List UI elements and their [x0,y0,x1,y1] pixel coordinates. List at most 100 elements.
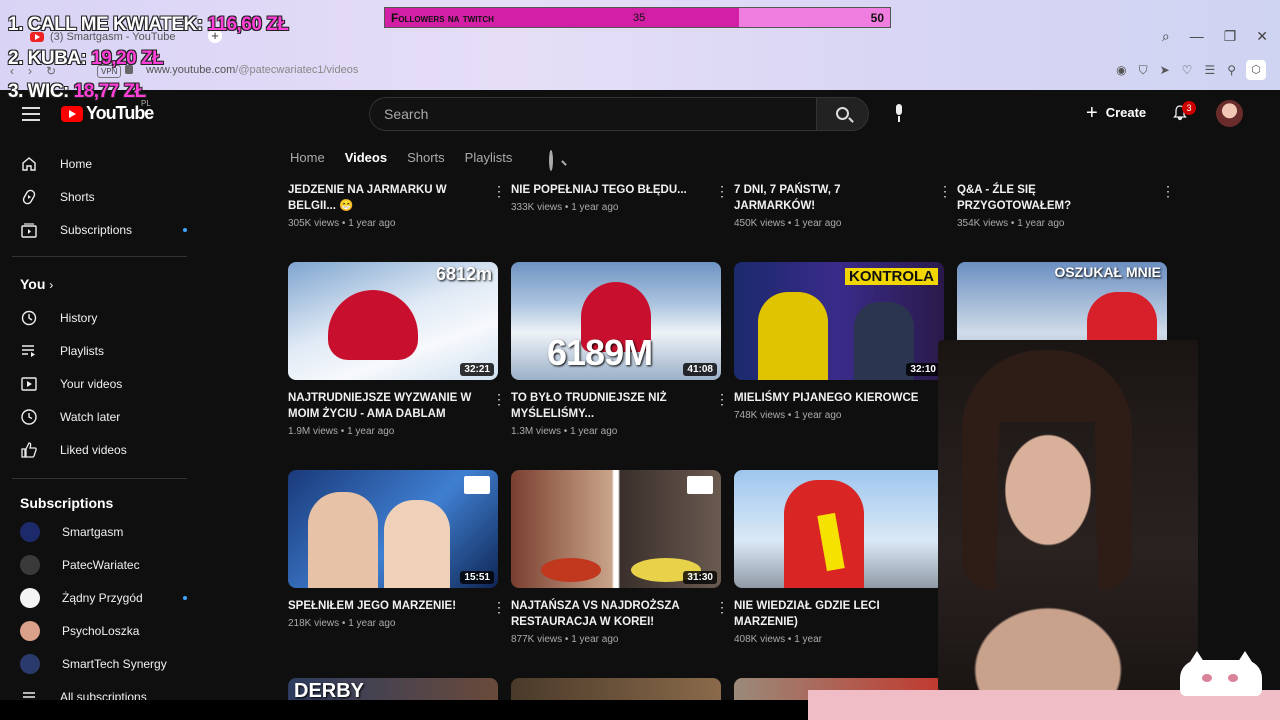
you-heading[interactable]: You › [20,276,53,292]
microphone-icon[interactable] [894,104,904,124]
maximize-button[interactable]: ❐ [1224,28,1237,45]
video-card[interactable]: 7 DNI, 7 PAŃSTW, 7 JARMARKÓW! 450K views… [734,172,944,229]
sidebar-item-playlists[interactable]: Playlists [20,336,190,366]
watch-later-icon [20,408,38,426]
video-title[interactable]: NAJTAŃSZA vs NAJDROŻSZA RESTAURACJA w KO… [511,598,701,630]
youtube-logo[interactable]: YouTube PL [61,99,154,124]
camera-icon[interactable]: ◉ [1116,63,1126,78]
sidebar-sub-zadny-przygod[interactable]: Żądny Przygód [20,583,190,613]
video-duration: 15:51 [460,571,494,584]
video-card[interactable]: Q&A - ŹLE SIĘ PRZYGOTOWAŁEM? 354K views … [957,172,1167,229]
extension-icon[interactable]: ⬡ [1246,60,1266,80]
video-title[interactable]: MIELIŚMY PIJANEGO KIEROWCE [734,390,924,406]
address-bar: ‹ › ↻ VPN www.youtube.com/@patecwariatec… [0,54,1280,88]
video-title[interactable]: Q&A - ŹLE SIĘ PRZYGOTOWAŁEM? [957,182,1147,214]
history-icon [20,309,38,327]
donor-name: 3. WIC: [8,81,69,102]
video-title[interactable]: SPEŁNIŁEM JEGO MARZENIE! [288,598,478,614]
video-card[interactable]: 31:30 NAJTAŃSZA vs NAJDROŻSZA RESTAURACJ… [511,470,721,645]
close-window-button[interactable]: ✕ [1256,28,1268,45]
video-card[interactable]: 6189M 41:08 TO BYŁO TRUDNIEJSZE NIŻ MYŚL… [511,262,721,437]
tab-shorts[interactable]: Shorts [407,150,445,165]
channel-tabs: Home Videos Shorts Playlists [290,150,512,165]
profile-icon[interactable]: ⚲ [1227,63,1236,78]
sidebar-item-your-videos[interactable]: Your videos [20,369,190,399]
video-thumbnail[interactable]: DERBY [288,678,498,700]
sidebar-item-subscriptions[interactable]: Subscriptions [20,215,190,245]
sidebar-item-label: SmartTech Synergy [62,657,167,671]
video-duration: 31:30 [683,571,717,584]
search-tabs-icon[interactable]: ⌕ [1162,28,1170,45]
sidebar-sub-smarttech-synergy[interactable]: SmartTech Synergy [20,649,190,679]
video-card[interactable]: KONTROLA 32:10 MIELIŚMY PIJANEGO KIEROWC… [734,262,944,421]
more-actions-icon[interactable] [938,184,942,198]
video-card[interactable]: JEDZENIE NA JARMARKU W BELGII... 😁 305K … [288,172,498,229]
video-duration: 32:21 [460,363,494,376]
more-actions-icon[interactable] [492,600,496,614]
thumbnail-overlay-text: OSZUKAŁ MNIE [1054,264,1161,280]
sidebar-sub-psycholoszka[interactable]: PsychoLoszka [20,616,190,646]
top-donor-3: 3. WIC: 18,77 ZŁ [8,81,146,103]
video-title[interactable]: TO BYŁO TRUDNIEJSZE NIŻ MYŚLELIŚMY... [511,390,701,422]
video-card[interactable]: NIE WIEDZIAŁ GDZIE LECI MARZENIE) 408K v… [734,470,944,645]
more-actions-icon[interactable] [715,600,719,614]
shield-icon[interactable]: ⛉ [1139,63,1148,78]
easy-setup-icon[interactable]: ☰ [1204,63,1215,78]
tab-playlists[interactable]: Playlists [465,150,513,165]
sidebar: Home Shorts Subscriptions You › History … [0,138,200,700]
address-bar-icons: ◉ ⛉ ➤ ♡ ☰ ⚲ [1116,63,1236,78]
minimize-button[interactable]: — [1190,28,1204,45]
url-path: /@patecwariatec1/videos [235,64,359,76]
sidebar-item-watch-later[interactable]: Watch later [20,402,190,432]
sidebar-item-history[interactable]: History [20,303,190,333]
sidebar-sub-smartgasm[interactable]: Smartgasm [20,517,190,547]
create-button[interactable]: + Create [1086,103,1146,123]
list-icon [20,688,38,700]
video-thumbnail[interactable]: 15:51 [288,470,498,588]
video-thumbnail[interactable]: 31:30 [511,470,721,588]
video-meta: 354K views • 1 year ago [957,218,1065,229]
url-field[interactable]: www.youtube.com/@patecwariatec1/videos [146,64,358,76]
sidebar-item-liked-videos[interactable]: Liked videos [20,435,190,465]
search-input[interactable]: Search [369,97,817,131]
sidebar-item-home[interactable]: Home [20,149,190,179]
heart-icon[interactable]: ♡ [1182,63,1193,78]
video-title[interactable]: JEDZENIE NA JARMARKU W BELGII... 😁 [288,182,478,214]
sidebar-item-shorts[interactable]: Shorts [20,182,190,212]
sidebar-item-label: History [60,311,98,325]
sidebar-sub-patecwariatec[interactable]: PatecWariatec [20,550,190,580]
account-avatar[interactable] [1216,100,1243,127]
video-card[interactable]: 6812m 32:21 NAJTRUDNIEJSZE WYZWANIE W MO… [288,262,498,437]
video-title[interactable]: NIE WIEDZIAŁ GDZIE LECI MARZENIE) [734,598,924,630]
more-actions-icon[interactable] [715,184,719,198]
channel-avatar [20,654,40,674]
video-title[interactable]: NIE POPEŁNIAJ TEGO BŁĘDU... [511,182,701,198]
thumbnail-food [541,558,601,582]
channel-avatar [20,555,40,575]
video-thumbnail[interactable] [734,470,944,588]
tab-home[interactable]: Home [290,150,325,165]
korea-flag-icon [687,476,713,494]
video-title[interactable]: NAJTRUDNIEJSZE WYZWANIE W MOIM ŻYCIU - A… [288,390,478,422]
send-icon[interactable]: ➤ [1160,63,1170,78]
menu-icon[interactable] [22,107,40,121]
more-actions-icon[interactable] [1161,184,1165,198]
video-thumbnail[interactable]: KONTROLA 32:10 [734,262,944,380]
video-card[interactable]: NIE POPEŁNIAJ TEGO BŁĘDU... 333K views •… [511,172,721,213]
video-thumbnail[interactable] [511,678,721,700]
donor-name: 2. KUBA: [8,48,87,69]
channel-search-button[interactable] [549,150,553,171]
video-thumbnail[interactable]: 6189M 41:08 [511,262,721,380]
sidebar-item-all-subscriptions[interactable]: All subscriptions [20,682,190,700]
donor-amount: 18,77 ZŁ [73,81,147,102]
tab-videos[interactable]: Videos [345,150,387,165]
thumbnail-figure [328,290,418,360]
sidebar-item-label: PsychoLoszka [62,624,140,638]
more-actions-icon[interactable] [492,392,496,406]
video-title[interactable]: 7 DNI, 7 PAŃSTW, 7 JARMARKÓW! [734,182,924,214]
search-button[interactable] [816,97,869,131]
more-actions-icon[interactable] [492,184,496,198]
more-actions-icon[interactable] [715,392,719,406]
video-card[interactable]: 15:51 SPEŁNIŁEM JEGO MARZENIE! 218K view… [288,470,498,629]
video-thumbnail[interactable]: 6812m 32:21 [288,262,498,380]
